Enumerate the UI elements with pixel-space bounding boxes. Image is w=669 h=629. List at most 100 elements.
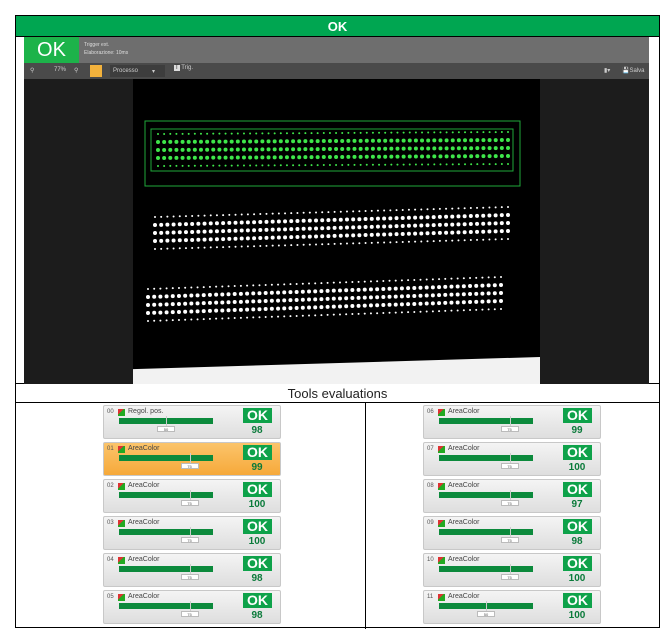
hole-dot (469, 277, 472, 280)
threshold-marker[interactable] (189, 601, 191, 611)
hole-dot (252, 316, 255, 319)
hole-dot (506, 229, 510, 233)
threshold-value[interactable]: 75 (500, 574, 519, 580)
hole-dot (146, 311, 150, 315)
tool-panel-07[interactable]: 07 AreaColor 75 OK 100 (423, 442, 601, 476)
hole-dot (297, 155, 302, 160)
threshold-value[interactable]: 75 (500, 500, 519, 506)
hole-dot (425, 223, 430, 228)
tool-index: 09 (427, 520, 434, 526)
threshold-value[interactable]: 75 (180, 500, 199, 506)
threshold-marker[interactable] (189, 490, 191, 500)
hole-dot (175, 132, 178, 135)
hole-dot (266, 147, 271, 152)
threshold-value[interactable]: 75 (500, 426, 519, 432)
threshold-marker[interactable] (509, 453, 511, 463)
hole-dot (356, 287, 361, 292)
hole-dot (315, 211, 318, 214)
hole-dot (425, 278, 428, 281)
hole-dot (171, 230, 176, 235)
tool-panel-04[interactable]: 04 AreaColor 75 OK 98 (103, 553, 281, 587)
hole-dot (230, 164, 233, 167)
zoom-in-icon[interactable]: ⚲ (74, 67, 78, 74)
threshold-value[interactable]: 75 (180, 574, 199, 580)
threshold-value[interactable]: 75 (180, 463, 199, 469)
tool-panel-01[interactable]: 01 AreaColor 75 OK 99 (103, 442, 281, 476)
zoom-out-icon[interactable]: ⚲ (30, 67, 34, 74)
hole-dot (221, 229, 226, 234)
threshold-marker[interactable] (486, 601, 487, 611)
hole-dot (326, 226, 331, 231)
threshold-marker[interactable] (189, 527, 191, 537)
tool-index: 02 (107, 483, 114, 489)
trig-button[interactable]: T Trig. (174, 65, 196, 77)
hole-dot (462, 309, 465, 312)
hole-dot (223, 155, 228, 160)
hole-dot (163, 132, 166, 135)
threshold-marker[interactable] (509, 564, 511, 574)
hole-dot (218, 164, 221, 167)
hole-dot (461, 292, 466, 297)
hole-dot (368, 303, 373, 308)
tool-panel-08[interactable]: 08 AreaColor 75 OK 97 (423, 479, 601, 513)
tool-panel-00[interactable]: 00 Regol. pos. 50 OK 98 (103, 405, 281, 439)
hole-dot (254, 139, 259, 144)
threshold-marker[interactable] (189, 453, 191, 463)
zoom-level: 77% (54, 67, 67, 73)
hole-dot (289, 315, 292, 318)
hole-dot (284, 155, 289, 160)
threshold-value[interactable]: 50 (157, 426, 175, 432)
hole-dot (322, 164, 325, 167)
tool-panel-02[interactable]: 02 AreaColor 75 OK 100 (103, 479, 281, 513)
hole-dot (351, 225, 356, 230)
hole-dot (180, 139, 185, 144)
process-select[interactable]: Processo ▾ (110, 65, 165, 77)
save-button[interactable]: 💾Salva (622, 67, 645, 74)
threshold-value[interactable]: 50 (477, 611, 495, 617)
threshold-marker[interactable] (509, 490, 511, 500)
hole-dot (335, 131, 338, 134)
hole-dot (183, 309, 188, 314)
hole-dot (406, 231, 411, 236)
tool-panel-09[interactable]: 09 AreaColor 75 OK 98 (423, 516, 601, 550)
tool-panel-03[interactable]: 03 AreaColor 75 OK 100 (103, 516, 281, 550)
tool-panel-06[interactable]: 06 AreaColor 75 OK 99 (423, 405, 601, 439)
hole-dot (357, 233, 362, 238)
hole-dot (163, 164, 166, 167)
threshold-marker[interactable] (509, 416, 511, 426)
hole-dot (420, 146, 425, 151)
hole-dot (152, 302, 157, 307)
export-icon[interactable]: ▮▾ (604, 67, 610, 74)
threshold-value[interactable]: 75 (180, 611, 199, 617)
tool-panel-05[interactable]: 05 AreaColor 75 OK 98 (103, 590, 281, 624)
tool-panel-10[interactable]: 10 AreaColor 75 OK 100 (423, 553, 601, 587)
hole-dot (153, 287, 156, 290)
roi-outer[interactable] (144, 120, 521, 187)
threshold-marker[interactable] (189, 564, 191, 574)
hole-dot (443, 292, 448, 297)
hole-dot (463, 146, 468, 151)
hole-dot (455, 300, 460, 305)
hole-dot (171, 222, 176, 227)
hole-dot (481, 138, 486, 143)
threshold-marker[interactable] (509, 527, 511, 537)
hole-dot (451, 163, 454, 166)
hole-dot (456, 138, 461, 143)
threshold-value[interactable]: 75 (500, 463, 519, 469)
hole-dot (437, 301, 442, 306)
edit-button[interactable] (90, 65, 102, 77)
hole-dot (482, 163, 485, 166)
hole-dot (456, 277, 459, 280)
threshold-marker[interactable] (166, 416, 167, 426)
hole-dot (413, 154, 418, 159)
hole-dot (321, 211, 324, 214)
hole-dot (401, 208, 404, 211)
hole-dot (246, 316, 249, 319)
threshold-value[interactable]: 75 (180, 537, 199, 543)
threshold-value[interactable]: 75 (500, 537, 519, 543)
hole-dot (170, 302, 175, 307)
hole-dot (341, 163, 344, 166)
tool-type-icon (118, 557, 125, 564)
tool-panel-11[interactable]: 11 AreaColor 50 OK 100 (423, 590, 601, 624)
hole-dot (426, 154, 431, 159)
